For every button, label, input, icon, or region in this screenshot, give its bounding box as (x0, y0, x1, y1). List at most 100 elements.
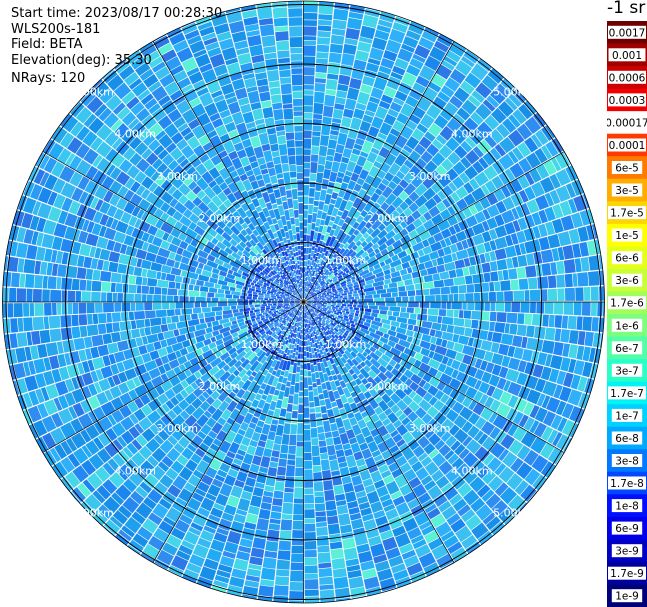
range-gate-cell (79, 243, 92, 257)
range-gate-cell (557, 288, 565, 301)
range-gate-cell (326, 444, 336, 456)
range-gate-cell (296, 165, 303, 173)
range-gate-cell (281, 196, 287, 202)
range-gate-cell (188, 284, 194, 291)
range-gate-cell (309, 402, 315, 408)
range-gate-cell (553, 302, 564, 315)
colorbar-tick-label: 3e-8 (615, 456, 639, 468)
range-gate-cell (299, 222, 304, 230)
range-gate-cell (34, 274, 44, 289)
range-gate-cell (406, 267, 413, 274)
range-gate-cell (292, 85, 303, 91)
range-gate-cell (289, 591, 304, 601)
range-gate-cell (289, 164, 297, 172)
range-gate-cell (319, 584, 334, 590)
range-gate-cell (257, 157, 266, 166)
range-gate-cell (524, 313, 533, 325)
range-gate-cell (510, 279, 519, 291)
range-gate-cell (251, 54, 265, 64)
range-gate-cell (90, 258, 99, 270)
range-gate-cell (61, 290, 68, 302)
range-gate-cell (264, 296, 271, 299)
range-gate-cell (527, 277, 538, 290)
range-gate-cell (281, 434, 290, 445)
range-gate-cell (324, 160, 333, 170)
range-gate-cell (254, 445, 265, 457)
range-gate-cell (135, 276, 143, 285)
range-gate-cell (466, 284, 475, 293)
range-gate-cell (258, 466, 269, 474)
colorbar-tick-label: 6e-8 (615, 433, 639, 445)
range-gate-cell (181, 270, 188, 278)
range-gate-cell (494, 236, 508, 250)
range-gate-cell (287, 454, 296, 460)
range-gate-cell (314, 491, 324, 497)
range-gate-cell (284, 487, 294, 493)
range-gate-cell (333, 436, 342, 446)
range-gate-cell (292, 520, 304, 530)
range-gate-cell (448, 294, 454, 302)
range-gate-cell (303, 45, 316, 57)
range-gate-cell (205, 327, 213, 334)
range-gate-cell (317, 426, 325, 434)
range-gate-cell (130, 302, 136, 312)
range-gate-cell (274, 163, 283, 174)
range-gate-cell (270, 94, 282, 104)
range-gate-cell (363, 305, 369, 309)
range-gate-cell (45, 342, 59, 357)
range-gate-cell (85, 268, 94, 280)
range-gate-cell (264, 52, 277, 60)
range-gate-cell (327, 515, 339, 525)
range-gate-cell (446, 324, 455, 334)
range-gate-cell (83, 336, 93, 349)
range-gate-cell (269, 87, 281, 96)
range-gate-cell (568, 330, 579, 345)
range-gate-cell (135, 302, 144, 311)
range-gate-cell (317, 432, 326, 441)
range-gate-cell (432, 273, 441, 281)
range-gate-cell (261, 304, 268, 307)
range-gate-cell (194, 302, 201, 308)
range-gate-cell (294, 476, 304, 487)
range-gate-cell (238, 302, 244, 306)
range-gate-cell (282, 502, 293, 515)
range-gate-cell (254, 304, 261, 308)
range-gate-cell (441, 294, 448, 302)
range-gate-cell (57, 264, 67, 277)
range-gate-cell (295, 467, 304, 477)
range-gate-cell (147, 278, 158, 287)
range-gate-cell (92, 313, 99, 325)
range-gate-cell (324, 94, 336, 107)
range-gate-cell (303, 351, 307, 357)
range-gate-cell (576, 316, 583, 331)
range-gate-cell (525, 265, 537, 278)
range-gate-cell (199, 318, 205, 324)
range-gate-cell (305, 254, 309, 261)
range-gate-cell (23, 317, 33, 332)
range-gate-cell (472, 273, 485, 284)
range-gate-cell (315, 78, 326, 84)
range-gate-cell (338, 74, 351, 86)
range-gate-cell (562, 245, 574, 260)
range-gate-cell (318, 14, 333, 21)
range-gate-cell (598, 286, 605, 301)
range-gate-cell (542, 314, 549, 327)
range-gate-cell (290, 217, 295, 225)
range-gate-cell (237, 298, 244, 302)
range-gate-cell (293, 393, 299, 405)
range-gate-cell (343, 482, 355, 493)
range-gate-cell (26, 244, 38, 260)
range-gate-cell (244, 299, 249, 302)
range-gate-cell (363, 298, 374, 302)
range-gate-cell (114, 302, 122, 312)
range-gate-cell (251, 307, 255, 311)
range-gate-cell (304, 549, 317, 558)
range-ring-label: 1.00km (325, 254, 367, 267)
range-gate-cell (260, 456, 271, 468)
range-gate-cell (246, 445, 257, 456)
range-gate-cell (52, 303, 57, 316)
colorbar-tick-label: 1e-6 (615, 320, 639, 332)
range-gate-cell (430, 302, 441, 309)
range-gate-cell (292, 514, 304, 521)
range-gate-cell (341, 156, 350, 164)
